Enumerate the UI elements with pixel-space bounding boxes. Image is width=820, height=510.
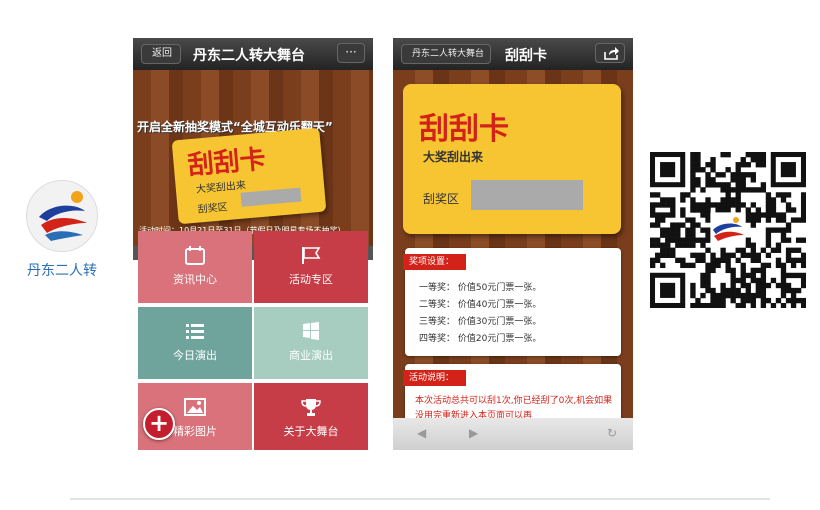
divider: [70, 498, 770, 500]
image-icon: [184, 398, 206, 416]
qr-code: [650, 152, 807, 309]
trophy-icon: [301, 399, 321, 416]
back-button[interactable]: 返回: [141, 44, 181, 64]
tile-label: 活动专区: [289, 273, 333, 286]
back-button[interactable]: 丹东二人转大舞台: [401, 44, 492, 64]
brand-block: 丹东二人转: [22, 180, 102, 280]
flag-icon: [302, 247, 321, 264]
phone-home-screen: 返回 丹东二人转大舞台 ··· 开启全新抽奖模式“全城互动乐翻天” 刮刮卡 大奖…: [133, 38, 373, 450]
card-zone-label: 刮奖区: [423, 192, 460, 206]
tile-label: 今日演出: [173, 349, 217, 362]
card-subtitle: 大奖刮出来: [423, 150, 484, 164]
prize-item: 三等奖： 价值30元门票一张。: [419, 317, 542, 327]
share-button[interactable]: [595, 43, 625, 63]
banner-scratch-area: [240, 187, 302, 207]
scratch-card: 刮刮卡 大奖刮出来 刮奖区: [403, 84, 621, 234]
list-icon: [186, 324, 204, 339]
card-title: 刮刮卡: [419, 112, 509, 147]
phone-scratch-card-screen: 丹东二人转大舞台 刮刮卡 刮刮卡 大奖刮出来 刮奖区 奖项设置： 一等奖： 价值…: [393, 38, 633, 450]
refresh-icon[interactable]: ↻: [607, 426, 617, 440]
brand-name: 丹东二人转: [27, 263, 97, 279]
page-title: 刮刮卡: [505, 48, 547, 64]
prize-list: 一等奖： 价值50元门票一张。 二等奖： 价值40元门票一张。 三等奖： 价值3…: [419, 280, 541, 348]
page-title: 丹东二人转大舞台: [193, 48, 305, 64]
back-arrow-icon[interactable]: ◀: [417, 426, 426, 440]
prize-tag: 奖项设置：: [403, 254, 467, 270]
scratch-area[interactable]: [471, 180, 583, 210]
rules-tag: 活动说明：: [403, 370, 467, 386]
tile-label: 商业演出: [289, 349, 333, 362]
banner-card-subtitle: 大奖刮出来: [195, 180, 247, 196]
floating-add-button[interactable]: +: [143, 408, 175, 440]
qr-code-image: [650, 152, 807, 309]
more-button[interactable]: ···: [337, 43, 365, 63]
prize-item: 二等奖： 价值40元门票一张。: [419, 300, 542, 310]
tile-label: 关于大舞台: [283, 425, 339, 438]
tile-label: 资讯中心: [173, 273, 217, 286]
banner-card-zone: 刮奖区: [197, 202, 229, 216]
tile-today-shows[interactable]: 今日演出: [138, 307, 252, 379]
browser-toolbar: ◀ ▶ ↻: [393, 418, 633, 450]
prize-panel: 奖项设置： 一等奖： 价值50元门票一张。 二等奖： 价值40元门票一张。 三等…: [403, 248, 621, 356]
forward-arrow-icon[interactable]: ▶: [469, 426, 478, 440]
brand-logo: [26, 180, 98, 252]
tile-about[interactable]: 关于大舞台: [254, 383, 368, 450]
calendar-icon: [185, 246, 205, 265]
tile-commercial-shows[interactable]: 商业演出: [254, 307, 368, 379]
prize-item: 一等奖： 价值50元门票一张。: [419, 283, 542, 293]
top-bar: 返回 丹东二人转大舞台 ···: [133, 38, 373, 70]
windows-icon: [303, 322, 319, 340]
prize-item: 四等奖： 价值20元门票一张。: [419, 334, 542, 344]
top-bar: 丹东二人转大舞台 刮刮卡: [393, 38, 633, 70]
banner-card-title: 刮刮卡: [186, 144, 267, 182]
tile-events[interactable]: 活动专区: [254, 231, 368, 303]
promo-banner[interactable]: 开启全新抽奖模式“全城互动乐翻天” 刮刮卡 大奖刮出来 刮奖区 活动时间：10月…: [133, 70, 373, 246]
tile-news[interactable]: 资讯中心: [138, 231, 252, 303]
share-icon: [604, 47, 619, 60]
banner-scratch-card: 刮刮卡 大奖刮出来 刮奖区: [171, 127, 327, 225]
